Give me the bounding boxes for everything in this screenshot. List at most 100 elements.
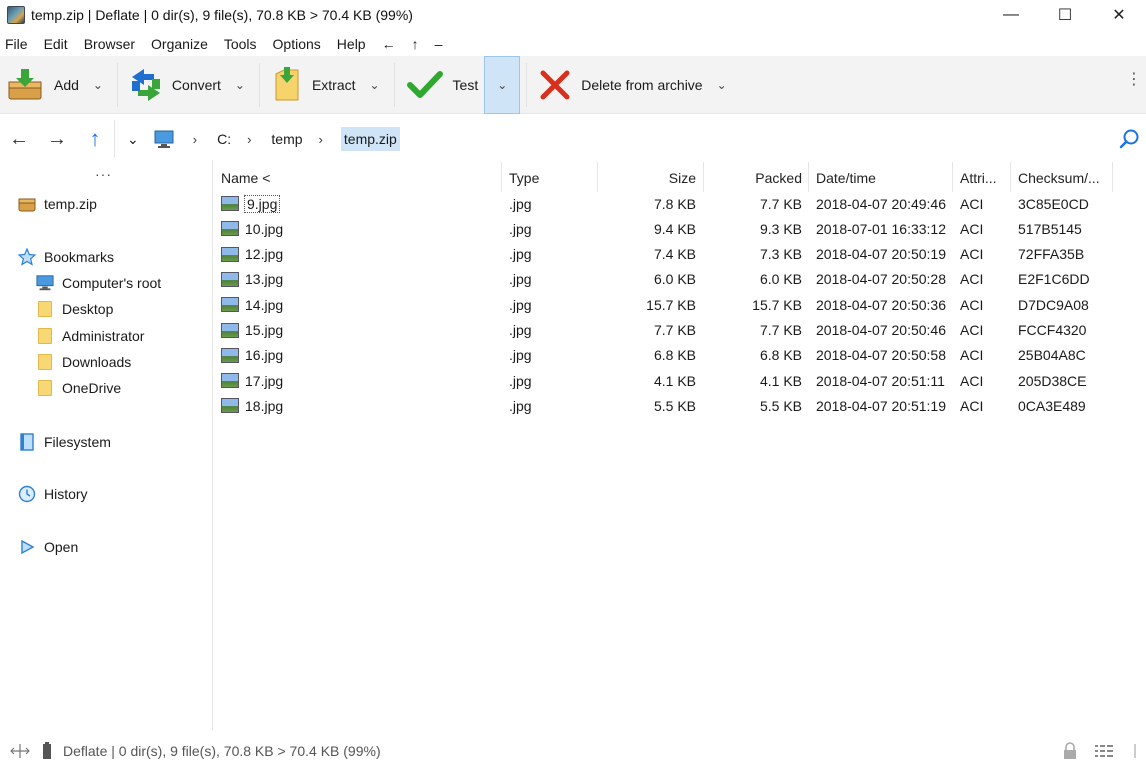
resize-grip-icon[interactable] [1130,743,1140,759]
column-header-attributes[interactable]: Attri... [960,164,997,192]
sidebar-item-history[interactable]: History [18,483,88,505]
cell-size: 7.4 KB [653,246,696,263]
image-file-icon [221,246,239,262]
table-row[interactable]: 16.jpg .jpg 6.8 KB 6.8 KB 2018-04-07 20:50:5… [214,343,1146,368]
toolbar-separator [393,62,395,107]
file-name: 9.jpg [243,194,281,213]
menu-help[interactable]: Help [337,36,374,52]
cell-checksum: D7DC9A08 [1018,296,1089,313]
convert-button[interactable]: Convert [124,56,227,114]
cell-name: 18.jpg [221,393,283,418]
breadcrumb-drive-c[interactable]: C: [215,128,233,150]
delete-dropdown[interactable]: ⌄ [709,56,735,114]
table-row[interactable]: 13.jpg .jpg 6.0 KB 6.0 KB 2018-04-07 20:50:2… [214,267,1146,292]
sidebar-item-desktop[interactable]: Desktop [36,298,113,320]
sidebar-more-icon[interactable]: ··· [95,166,112,182]
delete-from-archive-button[interactable]: Delete from archive [533,56,708,114]
sidebar-item-label: Bookmarks [44,249,115,265]
breadcrumb-temp-zip[interactable]: temp.zip [340,127,400,151]
menu-back-arrow[interactable]: ← [382,36,404,52]
computer-icon[interactable] [153,129,175,149]
sidebar-item-downloads[interactable]: Downloads [36,351,131,373]
column-header-size[interactable]: Size [597,164,696,192]
sidebar-item-filesystem[interactable]: Filesystem [18,431,111,453]
breadcrumb-separator[interactable]: › [247,132,251,147]
table-row[interactable]: 9.jpg .jpg 7.8 KB 7.7 KB 2018-04-07 20:49:46… [214,191,1146,216]
cell-checksum: FCCF4320 [1018,322,1087,338]
image-file-icon [221,373,239,389]
menu-options[interactable]: Options [273,36,329,52]
back-button[interactable]: ← [0,120,38,158]
menu-organize[interactable]: Organize [151,36,216,52]
add-button[interactable]: Add [0,56,85,114]
sidebar-item-temp-zip[interactable]: temp.zip [18,193,97,215]
cell-size: 7.8 KB [653,195,696,212]
breadcrumb-temp[interactable]: temp [269,128,304,150]
table-row[interactable]: 14.jpg .jpg 15.7 KB 15.7 KB 2018-04-07 20:50… [214,292,1146,317]
column-header-name[interactable]: Name < [221,164,270,192]
up-button[interactable]: ↑ [76,120,114,158]
cell-size: 6.0 KB [653,271,696,288]
cell-datetime: 2018-04-07 20:51:19 [816,397,946,414]
menu-tools[interactable]: Tools [224,36,265,52]
column-divider[interactable] [952,162,953,192]
sidebar-item-computers-root[interactable]: Computer's root [36,272,161,294]
sidebar-item-open[interactable]: Open [18,536,78,558]
app-icon[interactable] [7,6,25,24]
cell-type: .jpg [509,397,532,414]
sidebar-item-bookmarks[interactable]: Bookmarks [18,246,114,268]
column-header-checksum[interactable]: Checksum/... [1018,164,1100,192]
test-dropdown[interactable]: ⌄ [484,55,521,114]
table-row[interactable]: 17.jpg .jpg 4.1 KB 4.1 KB 2018-04-07 20:51:1… [214,368,1146,393]
image-file-icon [221,221,239,237]
column-header-type[interactable]: Type [509,164,539,192]
cell-name: 9.jpg [221,191,281,216]
column-divider[interactable] [501,162,502,192]
cell-size: 15.7 KB [646,296,696,313]
cell-datetime: 2018-07-01 16:33:12 [816,220,946,237]
cell-attributes: ACI [960,195,984,212]
add-dropdown[interactable]: ⌄ [85,56,111,114]
file-name: 10.jpg [245,220,284,237]
extract-button[interactable]: Extract [266,56,362,114]
status-text: Deflate | 0 dir(s), 9 file(s), 70.8 KB >… [63,743,381,759]
column-divider[interactable] [1112,162,1113,192]
search-icon[interactable] [1118,128,1140,150]
delete-label: Delete from archive [581,76,703,93]
table-row[interactable]: 15.jpg .jpg 7.7 KB 7.7 KB 2018-04-07 20:50:4… [214,318,1146,343]
menu-edit[interactable]: Edit [44,36,76,52]
table-row[interactable]: 18.jpg .jpg 5.5 KB 5.5 KB 2018-04-07 20:51:1… [214,393,1146,418]
delete-x-icon [540,70,570,99]
breadcrumb-separator[interactable]: › [319,132,323,147]
column-header-packed[interactable]: Packed [703,164,802,192]
forward-button[interactable]: → [38,120,76,158]
history-dropdown[interactable]: ⌄ [125,128,141,151]
menu-file[interactable]: File [5,36,36,52]
breadcrumb-separator[interactable]: › [193,132,197,147]
table-row[interactable]: 12.jpg .jpg 7.4 KB 7.3 KB 2018-04-07 20:50:1… [214,242,1146,267]
toolbar-overflow-icon[interactable]: ⋮ [1126,72,1142,88]
cell-packed: 4.1 KB [759,372,802,389]
menu-minimize-menu[interactable]: – [435,36,451,52]
move-icon[interactable] [9,742,31,760]
maximize-button[interactable]: ☐ [1038,0,1092,30]
add-archive-icon [8,68,42,99]
cell-checksum: 0CA3E489 [1018,397,1086,414]
details-view-icon[interactable] [1094,743,1114,759]
extract-dropdown[interactable]: ⌄ [362,56,388,114]
cell-name: 10.jpg [221,216,283,241]
menu-browser[interactable]: Browser [84,36,143,52]
sidebar-item-onedrive[interactable]: OneDrive [36,377,121,399]
column-divider[interactable] [1010,162,1011,192]
column-header-datetime[interactable]: Date/time [816,164,876,192]
close-button[interactable]: ✕ [1092,0,1146,30]
minimize-button[interactable]: — [984,0,1038,30]
column-divider[interactable] [808,162,809,192]
table-row[interactable]: 10.jpg .jpg 9.4 KB 9.3 KB 2018-07-01 16:33:1… [214,216,1146,241]
convert-dropdown[interactable]: ⌄ [227,56,253,114]
lock-icon[interactable] [1062,742,1078,760]
sidebar-item-administrator[interactable]: Administrator [36,325,144,347]
test-button[interactable]: Test [401,56,485,114]
menu-up-arrow[interactable]: ↑ [412,36,427,52]
cell-size: 6.8 KB [653,347,696,364]
